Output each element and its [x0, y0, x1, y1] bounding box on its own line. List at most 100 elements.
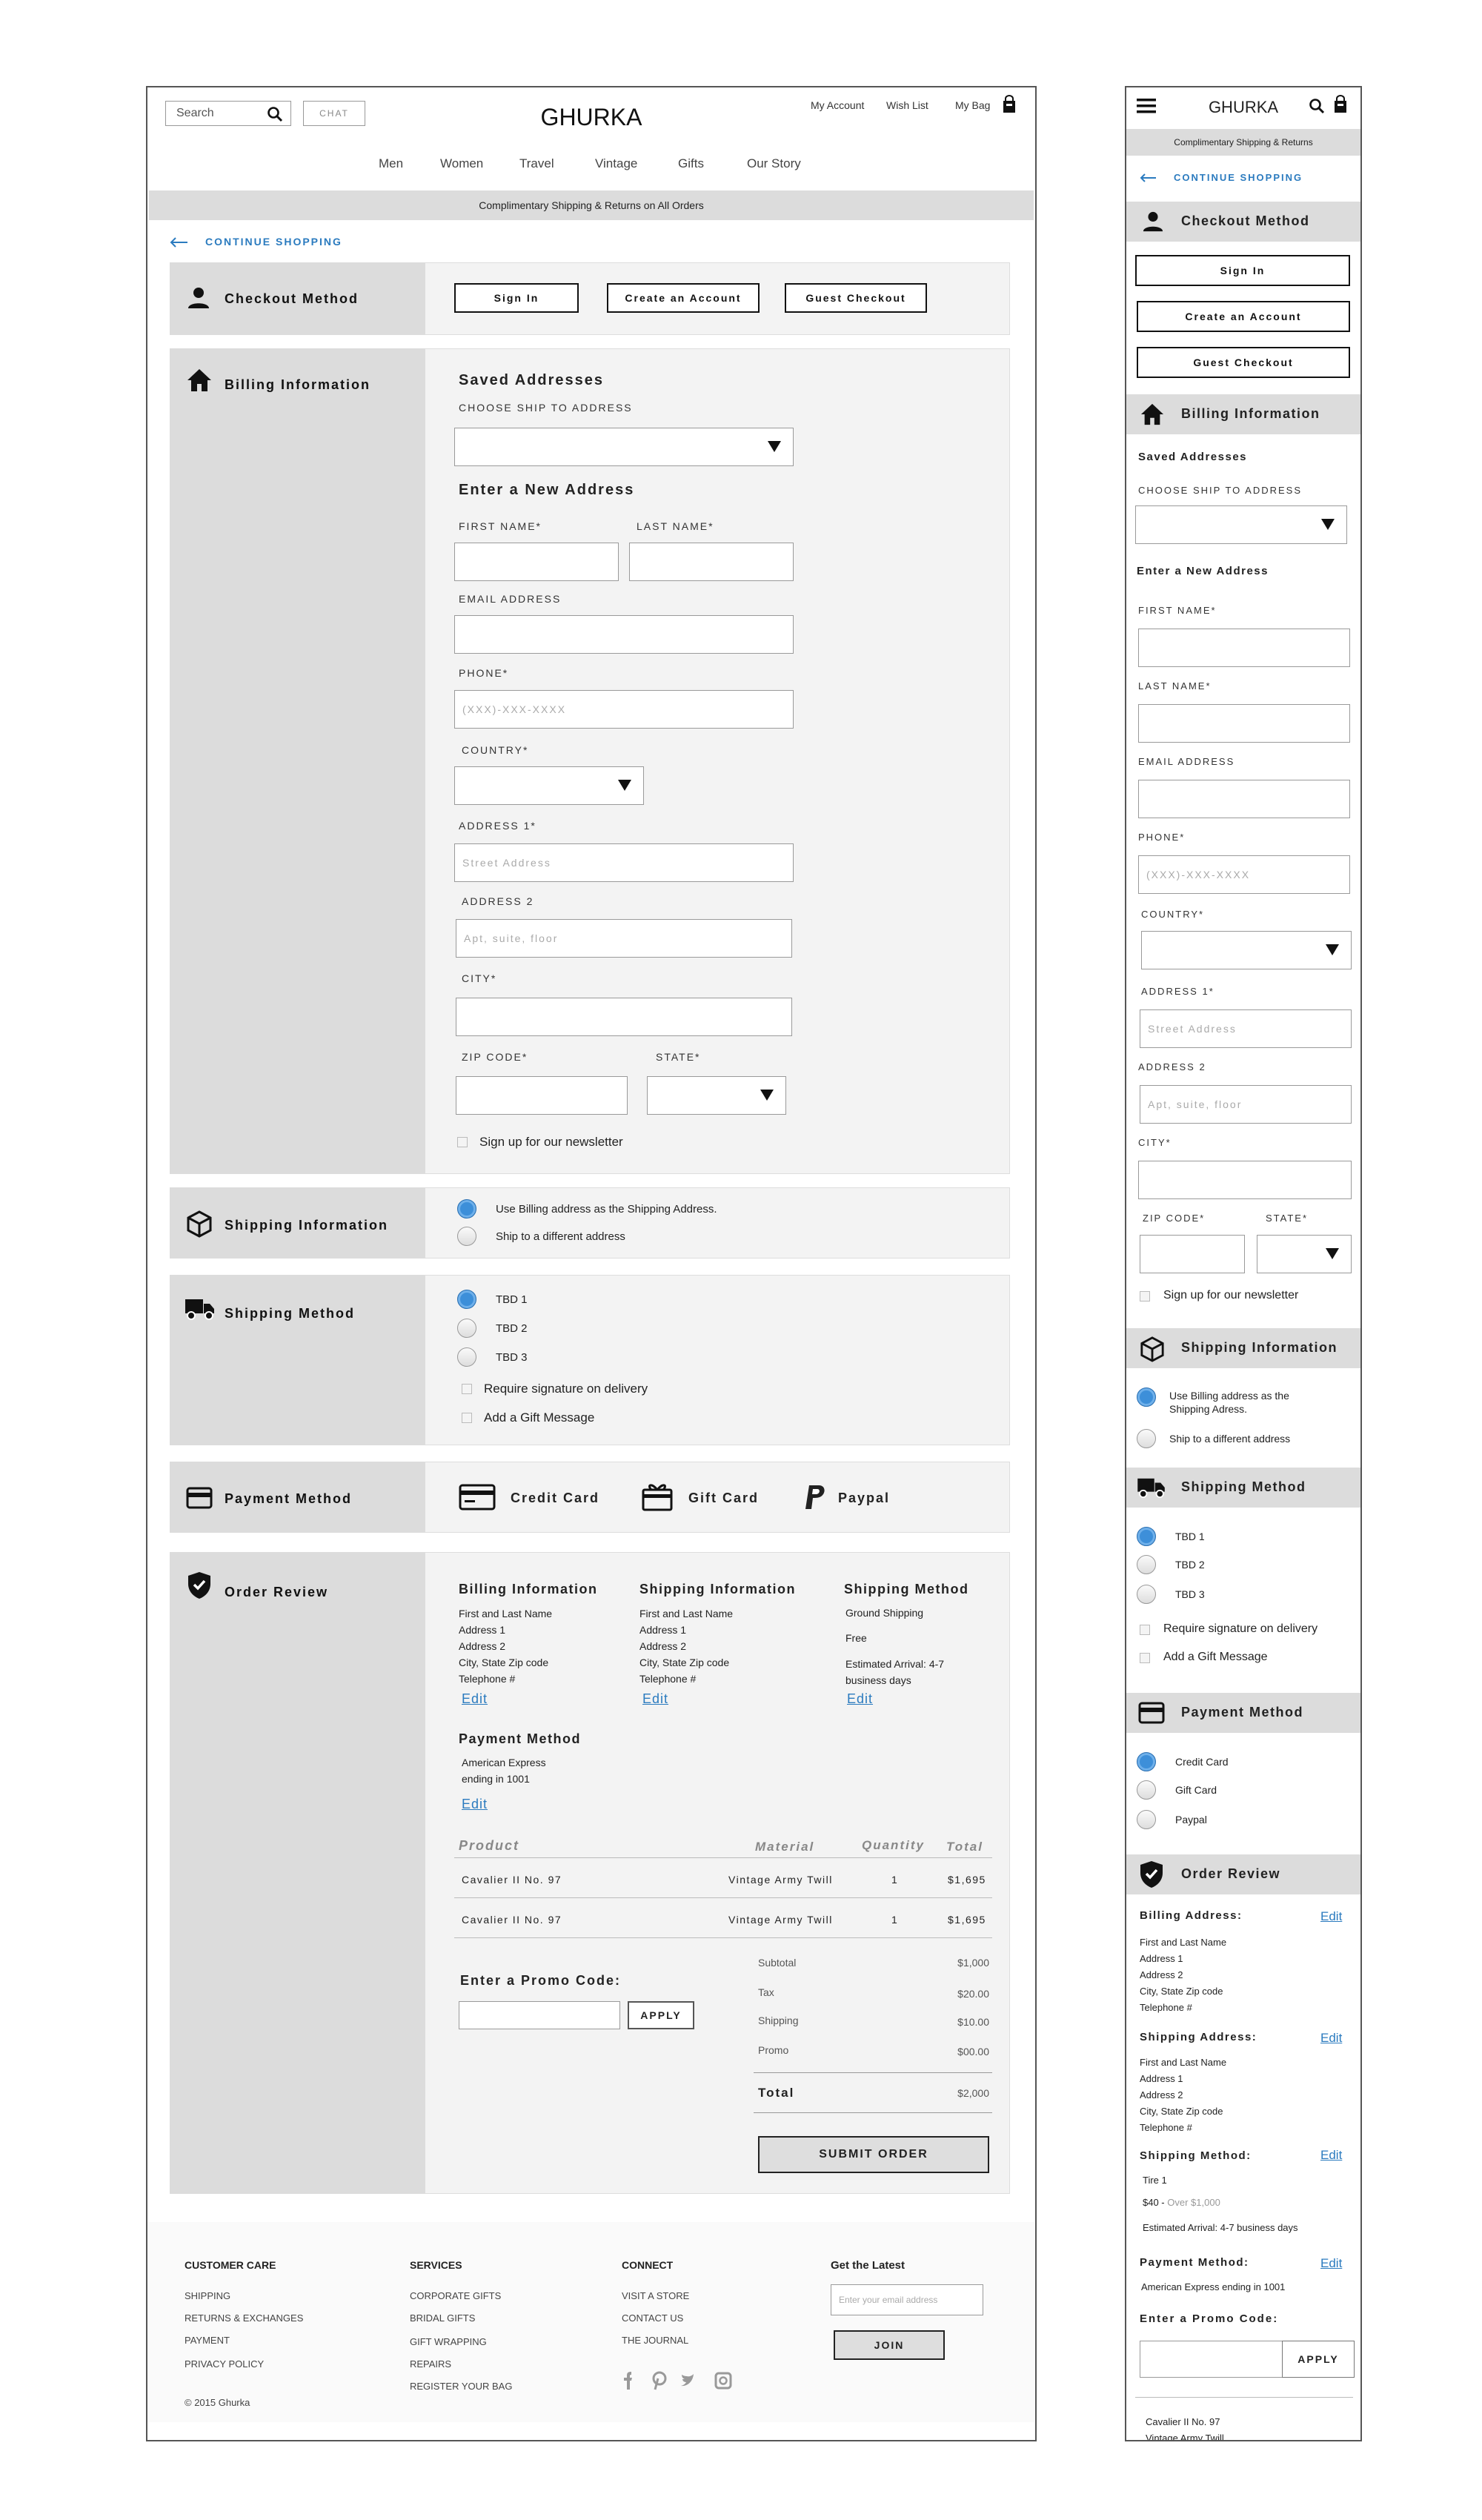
promo-code-input[interactable] [459, 2001, 620, 2029]
shipping-option-2-radio[interactable] [457, 1319, 476, 1338]
submit-order-button[interactable]: SUBMIT ORDER [758, 2136, 989, 2173]
first-name-field[interactable] [1138, 629, 1350, 667]
use-billing-radio[interactable] [457, 1199, 476, 1218]
footer-link[interactable]: PAYMENT [185, 2335, 230, 2346]
edit-payment-link[interactable]: Edit [462, 1797, 488, 1812]
use-billing-radio[interactable] [1137, 1387, 1156, 1407]
address1-field[interactable]: Street Address [454, 843, 794, 882]
footer-link[interactable]: CONTACT US [622, 2312, 683, 2324]
shopping-bag-icon[interactable] [1001, 95, 1017, 114]
footer-link[interactable]: VISIT A STORE [622, 2290, 689, 2301]
zip-field[interactable] [456, 1076, 628, 1115]
shipping-option-3-radio[interactable] [457, 1347, 476, 1367]
gift-card-icon[interactable] [641, 1481, 674, 1512]
apply-promo-button[interactable]: APPLY [628, 2001, 694, 2029]
edit-payment-link[interactable]: Edit [1320, 2256, 1342, 2271]
sign-in-button[interactable]: Sign In [1135, 255, 1350, 286]
continue-shopping-link[interactable]: CONTINUE SHOPPING [1174, 172, 1303, 183]
last-name-label: LAST NAME* [637, 520, 714, 532]
shipping-option-2-radio[interactable] [1137, 1555, 1156, 1574]
first-name-field[interactable] [454, 543, 619, 581]
different-address-radio[interactable] [457, 1227, 476, 1246]
search-icon[interactable] [1309, 98, 1325, 114]
brand-logo[interactable]: GHURKA [1126, 98, 1360, 117]
signature-checkbox[interactable] [462, 1384, 472, 1394]
my-account-link[interactable]: My Account [811, 99, 864, 111]
phone-field[interactable]: (XXX)-XXX-XXXX [454, 690, 794, 729]
signature-checkbox[interactable] [1140, 1625, 1150, 1635]
newsletter-email-input[interactable]: Enter your email address [831, 2284, 983, 2315]
edit-shipping-link[interactable]: Edit [1320, 2031, 1342, 2046]
credit-card-option[interactable]: Credit Card [511, 1491, 599, 1506]
paypal-icon[interactable] [803, 1484, 828, 1512]
continue-shopping-link[interactable]: CONTINUE SHOPPING [205, 236, 342, 248]
shipping-option-3-radio[interactable] [1137, 1585, 1156, 1604]
create-account-button[interactable]: Create an Account [607, 283, 760, 313]
address1-field[interactable]: Street Address [1140, 1009, 1352, 1048]
edit-method-link[interactable]: Edit [1320, 2148, 1342, 2163]
different-address-label: Ship to a different address [1169, 1433, 1291, 1445]
footer-link[interactable]: BRIDAL GIFTS [410, 2312, 475, 2324]
last-name-field[interactable] [1138, 704, 1350, 743]
credit-card-radio[interactable] [1137, 1752, 1156, 1771]
shipping-option-1-radio[interactable] [1137, 1527, 1156, 1546]
nav-gifts[interactable]: Gifts [678, 156, 704, 171]
zip-field[interactable] [1140, 1235, 1245, 1273]
newsletter-checkbox[interactable] [1140, 1291, 1150, 1302]
gift-card-radio[interactable] [1137, 1780, 1156, 1800]
footer-link[interactable]: SHIPPING [185, 2290, 230, 2301]
join-button[interactable]: JOIN [834, 2330, 945, 2360]
last-name-field[interactable] [629, 543, 794, 581]
gift-card-option[interactable]: Gift Card [688, 1491, 759, 1506]
city-field[interactable] [456, 998, 792, 1036]
footer-link[interactable]: THE JOURNAL [622, 2335, 688, 2346]
email-field[interactable] [1138, 780, 1350, 818]
paypal-option[interactable]: Paypal [838, 1491, 890, 1506]
paypal-radio[interactable] [1137, 1810, 1156, 1829]
promo-code-input[interactable] [1140, 2341, 1283, 2378]
guest-checkout-button[interactable]: Guest Checkout [785, 283, 927, 313]
guest-checkout-button[interactable]: Guest Checkout [1137, 347, 1350, 378]
phone-field[interactable]: (XXX)-XXX-XXXX [1138, 855, 1350, 894]
newsletter-checkbox[interactable] [457, 1137, 468, 1147]
wish-list-link[interactable]: Wish List [886, 99, 928, 111]
different-address-radio[interactable] [1137, 1429, 1156, 1448]
choose-ship-label: CHOOSE SHIP TO ADDRESS [459, 402, 633, 414]
saved-address-select[interactable] [454, 428, 794, 466]
country-select[interactable] [454, 766, 644, 805]
footer-link[interactable]: PRIVACY POLICY [185, 2358, 264, 2370]
my-bag-link[interactable]: My Bag [955, 99, 990, 111]
nav-men[interactable]: Men [379, 156, 403, 171]
edit-shipping-link[interactable]: Edit [642, 1691, 668, 1707]
footer-link[interactable]: RETURNS & EXCHANGES [185, 2312, 303, 2324]
state-select[interactable] [647, 1076, 786, 1115]
nav-vintage[interactable]: Vintage [595, 156, 637, 171]
state-select[interactable] [1257, 1235, 1352, 1273]
footer-link[interactable]: GIFT WRAPPING [410, 2336, 487, 2347]
sign-in-button[interactable]: Sign In [454, 283, 579, 313]
footer-link[interactable]: REGISTER YOUR BAG [410, 2381, 512, 2392]
shopping-bag-icon[interactable] [1332, 95, 1349, 114]
gift-message-checkbox[interactable] [462, 1413, 472, 1423]
nav-women[interactable]: Women [440, 156, 483, 171]
credit-card-icon[interactable] [459, 1484, 496, 1511]
address2-field[interactable]: Apt, suite, floor [1140, 1085, 1352, 1124]
arrow-left-icon[interactable] [1140, 173, 1157, 182]
city-field[interactable] [1138, 1161, 1352, 1199]
edit-method-link[interactable]: Edit [847, 1691, 873, 1707]
gift-message-checkbox[interactable] [1140, 1653, 1150, 1663]
arrow-left-icon[interactable] [170, 237, 189, 248]
shipping-option-1-radio[interactable] [457, 1290, 476, 1309]
country-select[interactable] [1141, 931, 1352, 969]
nav-our-story[interactable]: Our Story [747, 156, 801, 171]
email-field[interactable] [454, 615, 794, 654]
saved-address-select[interactable] [1135, 505, 1347, 544]
edit-billing-link[interactable]: Edit [1320, 1909, 1342, 1924]
footer-link[interactable]: REPAIRS [410, 2358, 451, 2370]
apply-promo-button[interactable]: APPLY [1282, 2341, 1355, 2378]
nav-travel[interactable]: Travel [519, 156, 554, 171]
footer-link[interactable]: CORPORATE GIFTS [410, 2290, 501, 2301]
create-account-button[interactable]: Create an Account [1137, 301, 1350, 332]
address2-field[interactable]: Apt, suite, floor [456, 919, 792, 958]
edit-billing-link[interactable]: Edit [462, 1691, 488, 1707]
